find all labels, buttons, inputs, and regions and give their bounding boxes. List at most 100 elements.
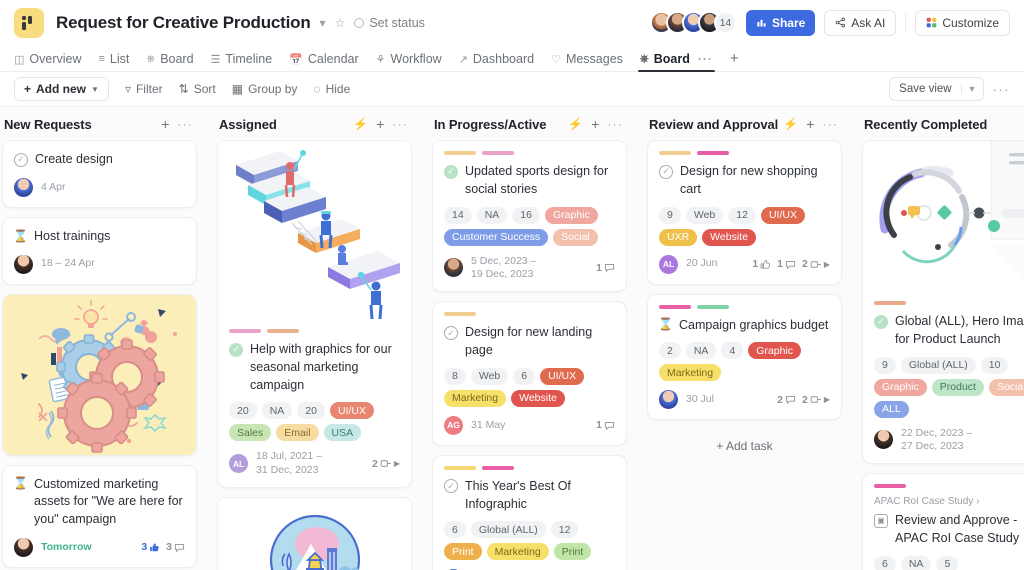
- tag[interactable]: Sales: [229, 424, 272, 442]
- tag[interactable]: Graphic: [544, 206, 598, 224]
- task-card[interactable]: ⌛ Host trainings 18 – 24 Apr: [2, 216, 197, 285]
- avatar[interactable]: AG: [444, 415, 463, 435]
- tag[interactable]: 6: [513, 367, 536, 385]
- tag[interactable]: 12: [550, 521, 579, 539]
- status-hourglass-icon[interactable]: ⌛: [13, 229, 28, 243]
- tag[interactable]: Email: [276, 424, 319, 442]
- tag[interactable]: NA: [261, 402, 293, 420]
- status-done-icon[interactable]: ✓: [229, 342, 243, 357]
- comment-count[interactable]: 1: [596, 262, 615, 274]
- tab-board-active[interactable]: ⎈ Board ···: [637, 52, 715, 72]
- group-by-button[interactable]: ▦ Group by: [232, 82, 298, 96]
- tag[interactable]: Product: [931, 378, 984, 396]
- tag[interactable]: USA: [323, 424, 362, 442]
- column-more-button[interactable]: ···: [392, 117, 408, 131]
- tag[interactable]: 2: [659, 342, 681, 360]
- add-view-button[interactable]: +: [730, 50, 739, 71]
- illustration-card[interactable]: [2, 293, 197, 456]
- status-open-icon[interactable]: ✓: [444, 479, 458, 494]
- like-count[interactable]: 1: [752, 258, 771, 270]
- tag[interactable]: Print: [444, 543, 482, 561]
- task-card[interactable]: ⌛ Campaign graphics budget 2 NA 4 Graphi…: [647, 293, 842, 421]
- tag[interactable]: NA: [476, 206, 508, 224]
- tag[interactable]: UXR: [659, 228, 698, 246]
- tab-board[interactable]: ⎈ Board: [146, 52, 193, 71]
- tag[interactable]: NA: [900, 555, 932, 570]
- tag[interactable]: 20: [229, 402, 257, 420]
- comment-count[interactable]: 1: [596, 419, 615, 431]
- tag[interactable]: UI/UX: [329, 402, 374, 420]
- comment-count[interactable]: 1: [777, 258, 796, 270]
- column-more-button[interactable]: ···: [177, 117, 193, 131]
- set-status-button[interactable]: Set status: [354, 16, 425, 30]
- avatar[interactable]: [874, 430, 893, 450]
- task-card[interactable]: ✓ Global (ALL), Hero Image for Product L…: [862, 140, 1024, 465]
- avatar[interactable]: [14, 537, 33, 557]
- avatar[interactable]: [444, 258, 463, 278]
- task-card[interactable]: APAC RoI Case Study › ▣ Review and Appro…: [862, 473, 1024, 570]
- tag[interactable]: Social: [988, 378, 1024, 396]
- avatar[interactable]: AL: [229, 454, 248, 474]
- task-card[interactable]: ✓ Help with graphics for our seasonal ma…: [217, 140, 412, 489]
- tab-messages[interactable]: ♡ Messages: [551, 52, 623, 71]
- tag[interactable]: Graphic: [748, 342, 802, 360]
- task-card[interactable]: ✓ Design for new landing page 8 Web 6 UI…: [432, 301, 627, 446]
- tag[interactable]: Print: [553, 543, 592, 561]
- avatar[interactable]: [14, 254, 33, 274]
- tag[interactable]: ALL: [874, 400, 909, 418]
- save-view-button[interactable]: Save view ▼: [889, 77, 984, 101]
- column-more-button[interactable]: ···: [607, 117, 623, 131]
- status-hourglass-icon[interactable]: ⌛: [658, 317, 673, 332]
- tag[interactable]: Website: [702, 228, 756, 246]
- status-done-icon[interactable]: ✓: [444, 164, 458, 179]
- subtask-count[interactable]: 2 ▶: [372, 458, 400, 470]
- tag[interactable]: 8: [444, 367, 466, 385]
- member-count[interactable]: 14: [713, 11, 737, 34]
- tab-more-icon[interactable]: ···: [698, 52, 713, 66]
- avatar[interactable]: [659, 390, 678, 410]
- chevron-down-icon[interactable]: ▾: [320, 16, 326, 30]
- tag[interactable]: 12: [728, 206, 756, 224]
- tag[interactable]: Marketing: [659, 364, 722, 382]
- like-count[interactable]: 3: [141, 541, 160, 553]
- tag[interactable]: Website: [511, 389, 565, 407]
- avatar[interactable]: [14, 177, 33, 197]
- tag[interactable]: Web: [685, 206, 724, 224]
- chevron-down-icon[interactable]: ▼: [960, 84, 983, 94]
- tab-workflow[interactable]: ⚘ Workflow: [376, 52, 442, 71]
- ask-ai-button[interactable]: Ask AI: [824, 9, 897, 36]
- task-card[interactable]: ⌛ Customized marketing assets for "We ar…: [2, 464, 197, 568]
- add-task-button[interactable]: + Add task: [647, 429, 842, 453]
- add-new-button[interactable]: + Add new ▼: [14, 77, 109, 101]
- tab-dashboard[interactable]: ↗ Dashboard: [459, 52, 534, 71]
- customize-button[interactable]: Customize: [915, 9, 1010, 36]
- share-button[interactable]: Share: [745, 9, 816, 36]
- tag[interactable]: Web: [470, 367, 509, 385]
- tag[interactable]: Social: [553, 228, 598, 246]
- tag[interactable]: 6: [874, 555, 896, 570]
- tag[interactable]: 16: [512, 206, 540, 224]
- comment-count[interactable]: 2: [777, 394, 796, 406]
- task-card[interactable]: ✓ Create design 4 Apr: [2, 140, 197, 208]
- tag[interactable]: 9: [659, 206, 681, 224]
- tag[interactable]: NA: [685, 342, 717, 360]
- subtask-count[interactable]: 2 ▶: [802, 258, 830, 270]
- tag[interactable]: Customer Success: [444, 228, 549, 246]
- comment-count[interactable]: 3: [166, 541, 185, 553]
- tab-overview[interactable]: ◫ Overview: [14, 52, 82, 71]
- tag[interactable]: Marketing: [444, 389, 507, 407]
- avatar[interactable]: AL: [659, 254, 678, 274]
- automation-bolt-icon[interactable]: ⚡: [783, 117, 798, 131]
- status-open-icon[interactable]: ✓: [444, 325, 458, 340]
- tab-list[interactable]: ≡ List: [99, 52, 130, 71]
- column-more-button[interactable]: ···: [822, 117, 838, 131]
- tag[interactable]: 9: [874, 356, 896, 374]
- add-card-button[interactable]: +: [376, 116, 384, 132]
- form-icon[interactable]: ▣: [874, 513, 888, 528]
- add-card-button[interactable]: +: [591, 116, 599, 132]
- tag[interactable]: 5: [936, 555, 959, 570]
- add-card-button[interactable]: +: [161, 116, 169, 132]
- tab-calendar[interactable]: 📅 Calendar: [289, 52, 358, 71]
- tag[interactable]: Graphic: [874, 378, 927, 396]
- task-card[interactable]: ✓ Design for new shopping cart 9 Web 12 …: [647, 140, 842, 285]
